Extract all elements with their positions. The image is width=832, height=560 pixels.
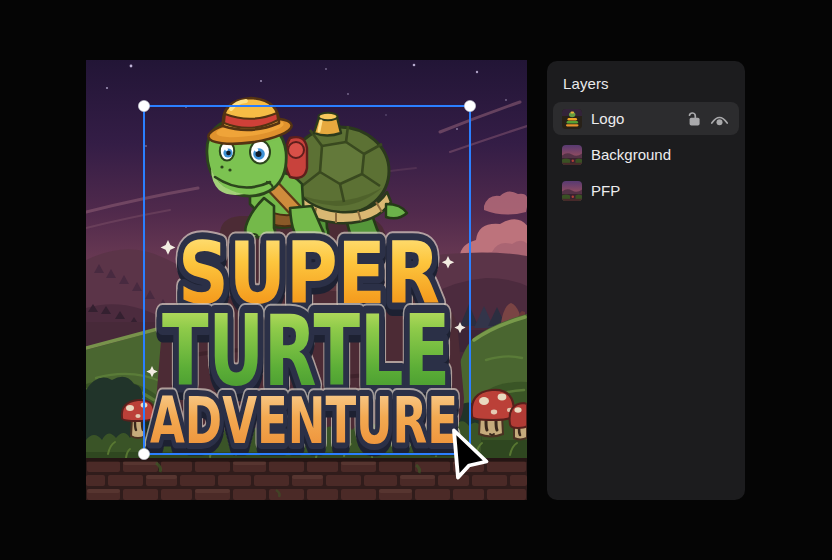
logo-text: SUPER SUPER SUPER TURTLE TURTLE TURTLE A…	[150, 224, 458, 464]
logo-word-adventure: ADVENTURE ADVENTURE ADVENTURE	[150, 384, 458, 464]
layer-name: PFP	[591, 182, 731, 199]
unlock-icon[interactable]	[688, 111, 701, 126]
layers-panel: Layers Logo	[547, 61, 745, 500]
layer-row-pfp[interactable]: PFP	[553, 174, 739, 207]
layer-list: Logo	[547, 102, 745, 207]
layer-thumbnail-logo	[562, 109, 582, 129]
layer-name: Logo	[591, 110, 688, 127]
layers-panel-title: Layers	[547, 61, 745, 102]
layer-row-icons	[688, 111, 729, 126]
layer-row-logo[interactable]: Logo	[553, 102, 739, 135]
layer-thumbnail-background	[562, 145, 582, 165]
logo-artwork-image: SUPER SUPER SUPER TURTLE TURTLE TURTLE A…	[86, 60, 527, 500]
layer-name: Background	[591, 146, 731, 163]
layer-row-background[interactable]: Background	[553, 138, 739, 171]
brick-wall	[86, 458, 527, 500]
svg-text:ADVENTURE: ADVENTURE	[150, 384, 458, 458]
visibility-eye-icon[interactable]	[710, 112, 729, 126]
canvas-artboard[interactable]: SUPER SUPER SUPER TURTLE TURTLE TURTLE A…	[86, 60, 527, 500]
layer-thumbnail-pfp	[562, 181, 582, 201]
app-window: { "canvas": { "logo": { "line1": "SUPER"…	[0, 0, 832, 560]
